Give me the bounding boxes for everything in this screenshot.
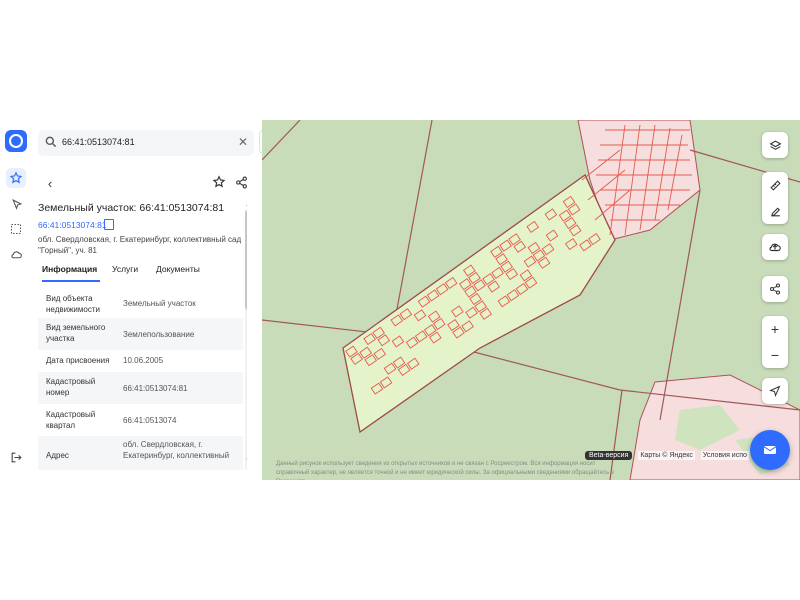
- row-key: Вид земельного участка: [46, 323, 106, 343]
- select-area-icon[interactable]: [6, 219, 26, 239]
- locate-control: [762, 378, 788, 404]
- parcel-title: Земельный участок: 66:41:0513074:81: [38, 202, 225, 214]
- locate-icon[interactable]: [762, 378, 788, 404]
- row-value: 10.06.2005: [123, 356, 164, 365]
- tab-documents[interactable]: Документы: [156, 264, 200, 274]
- yandex-credit[interactable]: Карты © Яндекс: [638, 450, 695, 460]
- table-row: Вид земельного участка Землепользование: [38, 318, 243, 350]
- scrollbar-thumb[interactable]: [245, 210, 247, 310]
- row-key: Вид объекта недвижимости: [46, 294, 100, 314]
- app-window: 66:41:0513074:81 ✕ ‹ Земельный участок: …: [0, 120, 800, 480]
- scroll-down-icon[interactable]: ▼: [245, 458, 247, 464]
- copy-icon[interactable]: [104, 219, 114, 230]
- star-icon[interactable]: [212, 175, 226, 194]
- table-row: Кадастровый квартал 66:41:0513074: [38, 404, 243, 436]
- scroll-up-icon[interactable]: ▲: [245, 202, 247, 208]
- cadastral-number-link[interactable]: 66:41:0513074:81: [38, 220, 107, 230]
- map-share-icon[interactable]: [762, 276, 788, 302]
- minus-icon[interactable]: −: [762, 342, 788, 368]
- ruler-icon[interactable]: [762, 172, 788, 198]
- table-row: Кадастровый номер 66:41:0513074:81: [38, 372, 243, 404]
- row-value: Землепользование: [123, 330, 195, 339]
- layers-control: [762, 132, 788, 158]
- upload-icon[interactable]: [762, 234, 788, 260]
- row-key: Адрес: [46, 451, 69, 460]
- row-key: Кадастровый номер: [46, 377, 96, 397]
- share-control: [762, 276, 788, 302]
- info-panel: 66:41:0513074:81 ✕ ‹ Земельный участок: …: [32, 120, 261, 480]
- row-key: Кадастровый квартал: [46, 410, 96, 430]
- app-logo[interactable]: [5, 130, 27, 152]
- row-value: обл. Свердловская, г. Екатеринбург, колл…: [123, 440, 230, 460]
- layers-icon[interactable]: [762, 132, 788, 158]
- share-icon[interactable]: [235, 176, 248, 194]
- search-value: 66:41:0513074:81: [62, 137, 135, 147]
- active-tab-indicator: [42, 280, 100, 282]
- zoom-control: + −: [762, 316, 788, 368]
- tab-info[interactable]: Информация: [42, 264, 97, 274]
- info-table: Вид объекта недвижимости Земельный участ…: [38, 290, 243, 470]
- tab-bar: Информация Услуги Документы: [38, 264, 243, 282]
- table-row: Вид объекта недвижимости Земельный участ…: [38, 290, 243, 318]
- row-value: 66:41:0513074: [123, 416, 177, 425]
- beta-badge: Beta-версия: [585, 450, 633, 460]
- upload-control: [762, 234, 788, 260]
- mail-icon: [763, 446, 777, 454]
- edit-icon[interactable]: [762, 198, 788, 224]
- search-input[interactable]: 66:41:0513074:81 ✕: [38, 130, 254, 156]
- parcel-address: обл. Свердловская, г. Екатеринбург, колл…: [38, 235, 242, 255]
- table-row: Адрес обл. Свердловская, г. Екатеринбург…: [38, 436, 243, 470]
- table-row: Дата присвоения 10.06.2005: [38, 350, 243, 372]
- favorites-nav-icon[interactable]: [6, 168, 26, 188]
- left-rail: [0, 120, 33, 480]
- feedback-button[interactable]: [750, 430, 790, 470]
- logout-icon[interactable]: [6, 447, 26, 467]
- plus-icon[interactable]: +: [762, 316, 788, 342]
- terms-link[interactable]: Условия испо: [700, 450, 749, 460]
- cloud-icon[interactable]: [6, 244, 26, 264]
- row-value: 66:41:0513074:81: [123, 384, 188, 393]
- close-icon[interactable]: ✕: [238, 135, 248, 149]
- pin-icon[interactable]: [6, 194, 26, 214]
- row-value: Земельный участок: [123, 299, 196, 308]
- parcel-card: Земельный участок: 66:41:0513074:81 66:4…: [32, 200, 247, 470]
- row-key: Дата присвоения: [46, 356, 110, 365]
- measure-control: [762, 172, 788, 224]
- map-canvas[interactable]: [262, 120, 800, 480]
- search-icon: [44, 135, 58, 154]
- tab-services[interactable]: Услуги: [112, 264, 138, 274]
- back-icon[interactable]: ‹: [42, 176, 58, 192]
- map-disclaimer: Данный рисунок использует сведения из от…: [276, 461, 614, 480]
